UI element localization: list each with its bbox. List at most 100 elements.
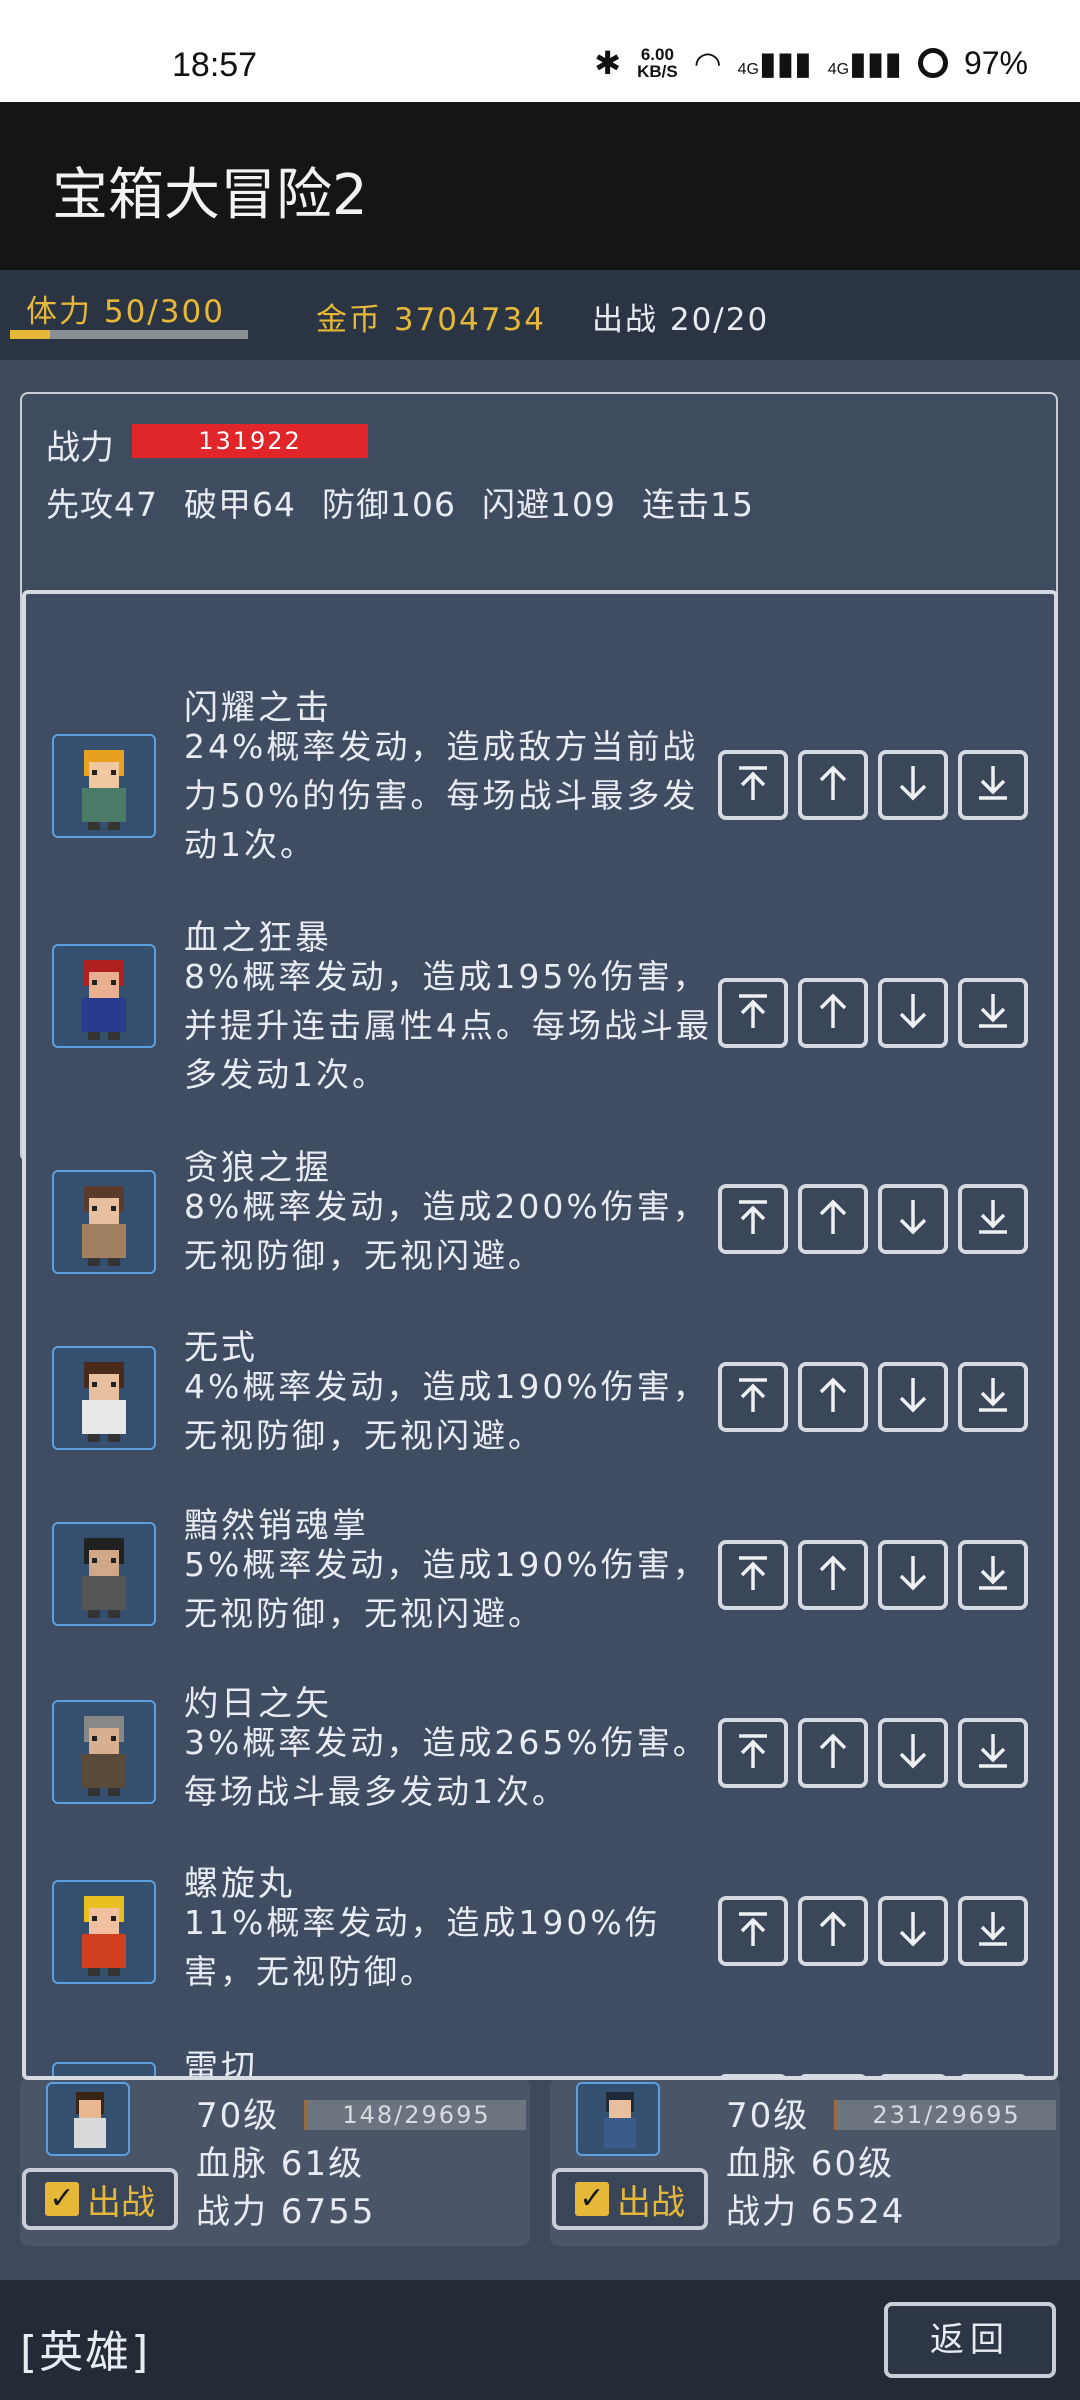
move-to-top-button[interactable] [718, 2074, 788, 2076]
app-title: 宝箱大冒险2 [52, 163, 368, 228]
deploy-count: 出战 20/20 [592, 302, 770, 338]
move-to-bottom-button[interactable] [958, 1718, 1028, 1788]
skill-hero-portrait [52, 944, 156, 1048]
move-down-button[interactable] [878, 1896, 948, 1966]
hero-bloodline: 血脉 60级 [726, 2144, 895, 2184]
move-to-bottom-button[interactable] [958, 1896, 1028, 1966]
arrow-to-top-icon [730, 760, 776, 810]
arrow-up-icon [810, 1728, 856, 1778]
arrow-to-top-icon [730, 1194, 776, 1244]
arrow-down-icon [890, 760, 936, 810]
move-down-button[interactable] [878, 2074, 948, 2076]
hero-power: 战力 6524 [726, 2192, 906, 2232]
move-down-button[interactable] [878, 750, 948, 820]
move-up-button[interactable] [798, 978, 868, 1048]
move-to-bottom-button[interactable] [958, 2074, 1028, 2076]
arrow-to-bottom-icon [970, 1550, 1016, 1600]
move-to-bottom-button[interactable] [958, 1184, 1028, 1254]
skill-hero-portrait [52, 1170, 156, 1274]
bluetooth-icon: ✱ [594, 45, 622, 81]
checkbox-icon: ✓ [575, 2182, 609, 2216]
signal-label-2: 4G [827, 61, 850, 78]
signal-label-1: 4G [737, 61, 759, 78]
deploy-label: 出战 [87, 2182, 155, 2223]
net-speed-unit: KB/S [637, 62, 678, 81]
move-down-button[interactable] [878, 1718, 948, 1788]
arrow-to-top-icon [730, 1728, 776, 1778]
skill-description: 8%概率发动，造成200%伤害，无视防御，无视闪避。 [184, 1187, 709, 1275]
move-to-bottom-button[interactable] [958, 1540, 1028, 1610]
move-to-top-button[interactable] [718, 1896, 788, 1966]
battery-level: 97% [963, 44, 1028, 81]
skill-order-buttons [718, 750, 1028, 820]
hero-card[interactable]: 70级 148/29695 血脉 61级 战力 6755 ✓ 出战 [20, 2078, 530, 2246]
back-button[interactable]: 返回 [884, 2302, 1056, 2378]
move-up-button[interactable] [798, 1362, 868, 1432]
move-down-button[interactable] [878, 978, 948, 1048]
skill-hero-portrait [52, 1346, 156, 1450]
move-to-bottom-button[interactable] [958, 750, 1028, 820]
move-up-button[interactable] [798, 1896, 868, 1966]
skill-hero-portrait [52, 1700, 156, 1804]
hero-exp-bar: 148/29695 [304, 2100, 526, 2130]
move-to-top-button[interactable] [718, 1184, 788, 1254]
hero-exp-bar: 231/29695 [834, 2100, 1056, 2130]
status-bar: 18:57 ✱ 6.00 KB/S ◠ 4G▮▮▮ 4G▮▮▮ 97% [0, 0, 1080, 102]
move-up-button[interactable] [798, 2074, 868, 2076]
skill-order-buttons [718, 1362, 1028, 1432]
skill-description: 4%概率发动，造成190%伤害，无视防御，无视闪避。 [184, 1367, 709, 1455]
arrow-up-icon [810, 1550, 856, 1600]
gold-label: 金币 3704734 [316, 302, 546, 338]
hero-card[interactable]: 70级 231/29695 血脉 60级 战力 6524 ✓ 出战 [550, 2078, 1060, 2246]
arrow-down-icon [890, 1550, 936, 1600]
hero-level: 70级 [726, 2096, 810, 2136]
move-to-top-button[interactable] [718, 1540, 788, 1610]
stat-armor-break: 破甲64 [184, 485, 296, 524]
arrow-up-icon [810, 760, 856, 810]
deploy-toggle[interactable]: ✓ 出战 [22, 2168, 178, 2230]
title-bar: 宝箱大冒险2 [0, 102, 1080, 270]
bottom-bar: [英雄] 返回 [0, 2280, 1080, 2400]
skill-description: 5%概率发动，造成190%伤害，无视防御，无视闪避。 [184, 1545, 709, 1633]
move-to-bottom-button[interactable] [958, 978, 1028, 1048]
arrow-to-top-icon [730, 1906, 776, 1956]
net-speed: 6.00 KB/S [637, 46, 678, 80]
move-up-button[interactable] [798, 1718, 868, 1788]
move-to-top-button[interactable] [718, 978, 788, 1048]
skill-order-buttons [718, 1184, 1028, 1254]
arrow-to-bottom-icon [970, 988, 1016, 1038]
skill-description: 3%概率发动，造成265%伤害。每场战斗最多发动1次。 [184, 1723, 709, 1811]
move-to-top-button[interactable] [718, 750, 788, 820]
hero-portrait [576, 2082, 660, 2156]
arrow-up-icon [810, 1372, 856, 1422]
arrow-down-icon [890, 1906, 936, 1956]
skill-description: 24%概率发动，造成敌方当前战力50%的伤害。每场战斗最多发动1次。 [184, 727, 699, 864]
arrow-up-icon [810, 1906, 856, 1956]
hero-bloodline: 血脉 61级 [196, 2144, 365, 2184]
move-up-button[interactable] [798, 750, 868, 820]
move-to-top-button[interactable] [718, 1362, 788, 1432]
move-down-button[interactable] [878, 1184, 948, 1254]
move-down-button[interactable] [878, 1362, 948, 1432]
signal-icon-2: 4G▮▮▮ [827, 45, 902, 81]
arrow-to-top-icon [730, 1372, 776, 1422]
stat-dodge: 闪避109 [482, 485, 616, 524]
move-to-bottom-button[interactable] [958, 1362, 1028, 1432]
move-up-button[interactable] [798, 1540, 868, 1610]
deploy-toggle[interactable]: ✓ 出战 [552, 2168, 708, 2230]
move-down-button[interactable] [878, 1540, 948, 1610]
skill-order-buttons [718, 1896, 1028, 1966]
move-to-top-button[interactable] [718, 1718, 788, 1788]
checkbox-icon: ✓ [45, 2182, 79, 2216]
arrow-down-icon [890, 1728, 936, 1778]
stat-list: 先攻47 破甲64 防御106 闪避109 连击15 [46, 478, 754, 526]
stamina-bar-fill [10, 330, 50, 339]
hero-level: 70级 [196, 2096, 280, 2136]
skill-order-buttons [718, 1718, 1028, 1788]
skill-name: 雷切 [184, 2048, 258, 2080]
stat-defense: 防御106 [322, 485, 456, 524]
move-up-button[interactable] [798, 1184, 868, 1254]
skill-hero-portrait [52, 734, 156, 838]
hero-tab[interactable]: [英雄] [20, 2316, 150, 2380]
power-label: 战力 [46, 428, 114, 468]
